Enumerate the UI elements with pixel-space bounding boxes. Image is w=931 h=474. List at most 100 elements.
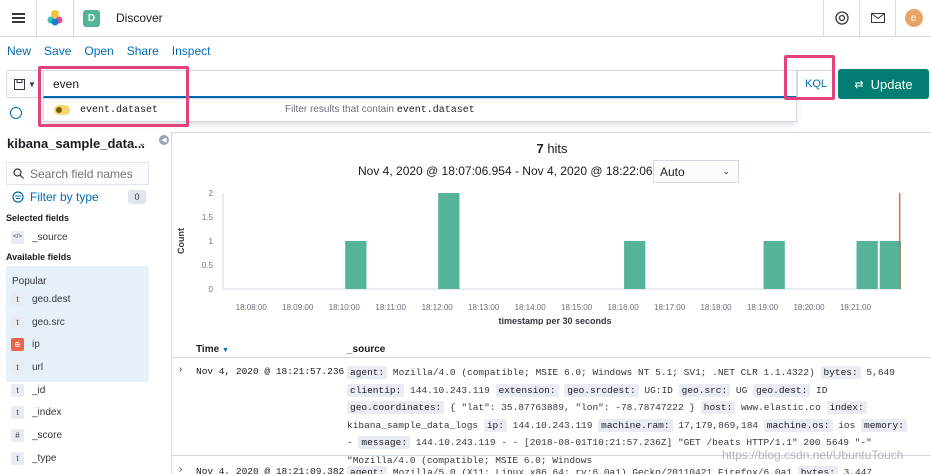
field-item-geo-dest[interactable]: t geo.dest [11, 290, 70, 308]
available-fields-title: Available fields [6, 252, 72, 262]
x-tick-label: 18:12:00 [422, 303, 454, 312]
source-field-value: UG:ID [638, 384, 679, 396]
kql-language-button[interactable]: KQL [797, 70, 835, 98]
source-field-value: Mozilla/5.0 (X11; Linux x86_64; rv:6.0a1… [387, 467, 798, 474]
table-row[interactable]: › Nov 4, 2020 @ 18:21:09.382 agent: Mozi… [172, 460, 931, 474]
field-search-input[interactable] [30, 166, 140, 181]
update-button[interactable]: ⇄ Update [838, 69, 929, 99]
string-type-icon: t [11, 315, 24, 329]
filter-by-type-button[interactable]: Filter by type [12, 190, 99, 204]
avatar: e [904, 9, 923, 27]
divider [73, 0, 74, 36]
query-suggestion-item[interactable]: event.dataset Filter results that contai… [43, 98, 797, 122]
index-pattern-title[interactable]: kibana_sample_data... [7, 136, 145, 151]
x-tick-label: 18:10:00 [329, 303, 361, 312]
filter-icon[interactable] [10, 107, 22, 119]
new-link[interactable]: New [7, 44, 31, 62]
x-axis-label: timestamp per 30 seconds [498, 316, 611, 325]
histogram-bar [763, 241, 785, 289]
watermark: https://blog.csdn.net/UbuntuTouch [722, 448, 904, 462]
menu-icon[interactable] [0, 0, 36, 36]
field-item-index[interactable]: t _index [11, 403, 61, 421]
chevron-down-icon[interactable]: ⌄ [138, 138, 146, 149]
source-field-key: geo.src: [678, 383, 731, 397]
histogram-bar [438, 193, 460, 289]
save-link[interactable]: Save [44, 44, 71, 62]
source-field-key: geo.coordinates: [347, 401, 445, 414]
string-type-icon: t [11, 383, 24, 397]
suggestion-description: Filter results that contain event.datase… [285, 104, 475, 116]
interval-select[interactable]: Auto ⌄ [653, 160, 739, 183]
source-field-key: message: [358, 436, 411, 449]
field-item-source[interactable]: </> _source [11, 228, 68, 246]
space-avatar[interactable]: D [83, 9, 100, 27]
field-item-ip[interactable]: ⊕ ip [11, 335, 40, 353]
row-timestamp: Nov 4, 2020 @ 18:21:09.382 [196, 466, 345, 474]
source-field-key: index: [826, 401, 867, 414]
table-row[interactable]: › Nov 4, 2020 @ 18:21:57.236 agent: Mozi… [172, 360, 931, 466]
open-link[interactable]: Open [84, 44, 113, 62]
field-name: _score [32, 429, 63, 441]
source-column-header: _source [347, 344, 386, 355]
inspect-link[interactable]: Inspect [172, 44, 211, 62]
newsfeed-icon[interactable] [859, 0, 895, 36]
saved-query-button[interactable]: ▼ [6, 70, 44, 98]
expand-row-icon[interactable]: › [179, 464, 182, 474]
sort-down-icon: ▼ [221, 347, 229, 354]
field-name: url [32, 361, 44, 373]
hits-counter: 7 hits [172, 141, 931, 156]
source-field-key: agent: [347, 366, 388, 379]
chevron-down-icon: ⌄ [722, 166, 730, 176]
ip-type-icon: ⊕ [11, 337, 24, 351]
histogram-bar [856, 241, 878, 289]
filter-count-badge: 0 [128, 190, 146, 204]
source-field-value: 144.10.243.119 [506, 419, 599, 431]
elastic-logo-icon[interactable] [37, 0, 73, 36]
field-item-id[interactable]: t _id [11, 381, 45, 399]
string-type-icon: t [11, 360, 24, 374]
y-axis-label: Count [176, 228, 186, 254]
source-field-value: - [347, 437, 359, 448]
source-field-value: 5,649 [860, 367, 895, 378]
x-tick-label: 18:08:00 [236, 303, 268, 312]
expand-row-icon[interactable]: › [179, 364, 182, 375]
row-source: agent: Mozilla/5.0 (X11; Linux x86_64; r… [347, 464, 913, 474]
histogram-bar [345, 241, 367, 289]
interval-value: Auto [660, 164, 685, 179]
field-item-score[interactable]: # _score [11, 426, 62, 444]
help-icon[interactable] [823, 0, 859, 36]
hits-label: hits [547, 141, 568, 156]
source-field-key: bytes: [797, 466, 838, 474]
share-link[interactable]: Share [127, 44, 159, 62]
y-tick-label: 1 [209, 237, 214, 246]
string-type-icon: t [11, 292, 24, 306]
table-header: Time ▼ _source [172, 338, 931, 358]
y-tick-label: 1.5 [202, 213, 214, 222]
source-field-value: ios [832, 419, 862, 431]
time-column-header[interactable]: Time ▼ [196, 344, 229, 355]
selected-fields-title: Selected fields [6, 213, 70, 223]
chevron-down-icon: ▼ [28, 79, 36, 89]
source-field-value: 17,179,869,184 [672, 419, 764, 431]
update-label: Update [870, 76, 913, 92]
collapse-sidebar-icon[interactable]: ◀ [159, 135, 169, 145]
source-field-value: UG [730, 384, 754, 396]
y-tick-label: 0.5 [202, 261, 214, 270]
field-name: geo.dest [32, 293, 71, 305]
field-item-geo-src[interactable]: t geo.src [11, 313, 65, 331]
x-tick-label: 18:17:00 [654, 303, 686, 312]
x-tick-label: 18:18:00 [700, 303, 732, 312]
suggestion-description-text: Filter results that contain [285, 104, 394, 115]
field-item-url[interactable]: t url [11, 358, 43, 376]
top-nav-menu: New Save Open Share Inspect [0, 44, 216, 62]
main-panel: 7 hits Nov 4, 2020 @ 18:07:06.954 - Nov … [171, 132, 931, 474]
string-type-icon: t [11, 405, 24, 419]
source-field-value: ID [810, 384, 828, 396]
field-item-type[interactable]: t _type [11, 449, 56, 467]
string-type-icon: t [11, 451, 24, 465]
search-input[interactable] [43, 70, 797, 98]
suggestion-field: event.dataset [80, 104, 159, 116]
field-search[interactable] [6, 162, 149, 185]
user-menu-button[interactable]: e [895, 0, 931, 36]
x-tick-label: 18:11:00 [375, 303, 406, 312]
